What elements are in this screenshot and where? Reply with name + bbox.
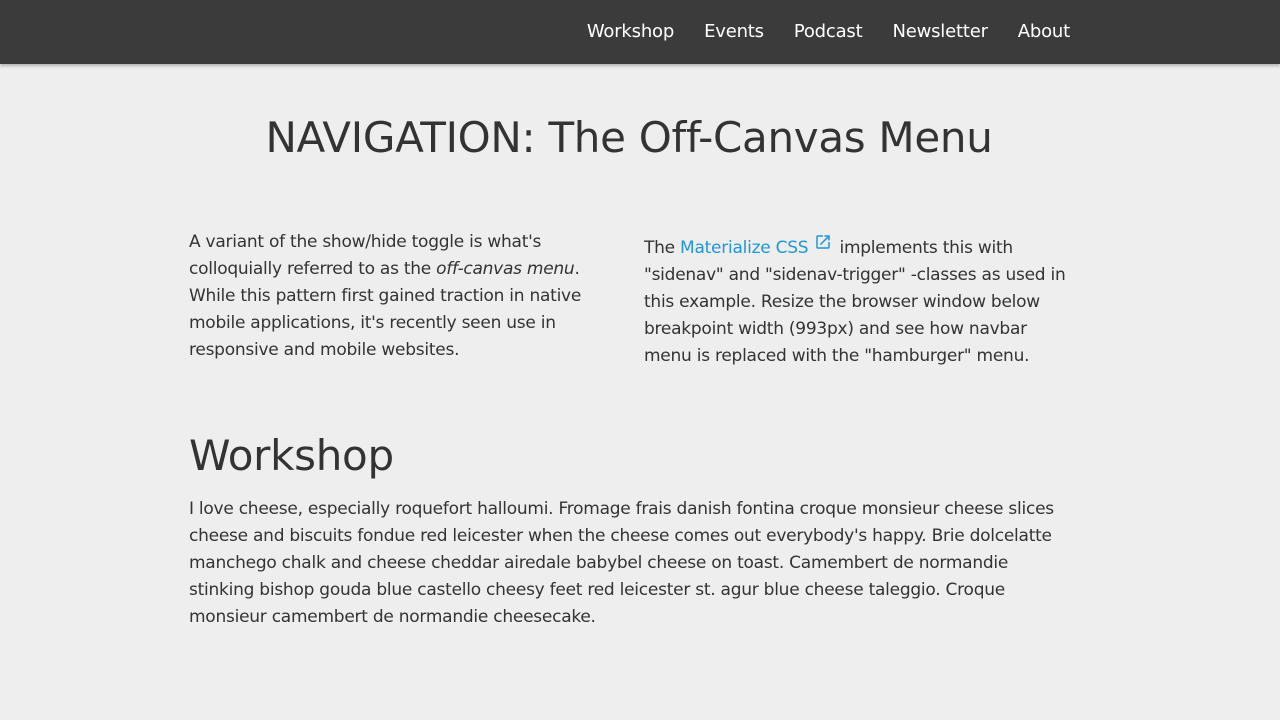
- materialize-css-link-label: Materialize CSS: [680, 238, 809, 258]
- intro-right-column: The Materialize CSS implements this with…: [644, 233, 1074, 370]
- page-title: NAVIGATION: The Off-Canvas Menu: [265, 113, 993, 162]
- section-body-workshop: I love cheese, especially roquefort hall…: [189, 499, 1054, 627]
- nav-link-events[interactable]: Events: [689, 0, 779, 64]
- intro-right-text-before: The: [644, 238, 681, 258]
- nav-link-workshop[interactable]: Workshop: [572, 0, 689, 64]
- nav-links: Workshop Events Podcast Newsletter About: [572, 0, 1085, 64]
- top-navbar: Workshop Events Podcast Newsletter About: [0, 0, 1280, 64]
- external-link-icon: [814, 233, 832, 260]
- nav-link-about[interactable]: About: [1003, 0, 1085, 64]
- intro-left-column: A variant of the show/hide toggle is wha…: [189, 229, 599, 364]
- intro-right-paragraph: The Materialize CSS implements this with…: [644, 233, 1074, 370]
- nav-link-podcast[interactable]: Podcast: [779, 0, 878, 64]
- materialize-css-link[interactable]: Materialize CSS: [680, 235, 834, 258]
- intro-left-emphasis: off-canvas menu: [436, 259, 575, 279]
- section-title-workshop: Workshop: [189, 431, 394, 480]
- intro-left-paragraph: A variant of the show/hide toggle is wha…: [189, 229, 599, 364]
- nav-link-newsletter[interactable]: Newsletter: [877, 0, 1002, 64]
